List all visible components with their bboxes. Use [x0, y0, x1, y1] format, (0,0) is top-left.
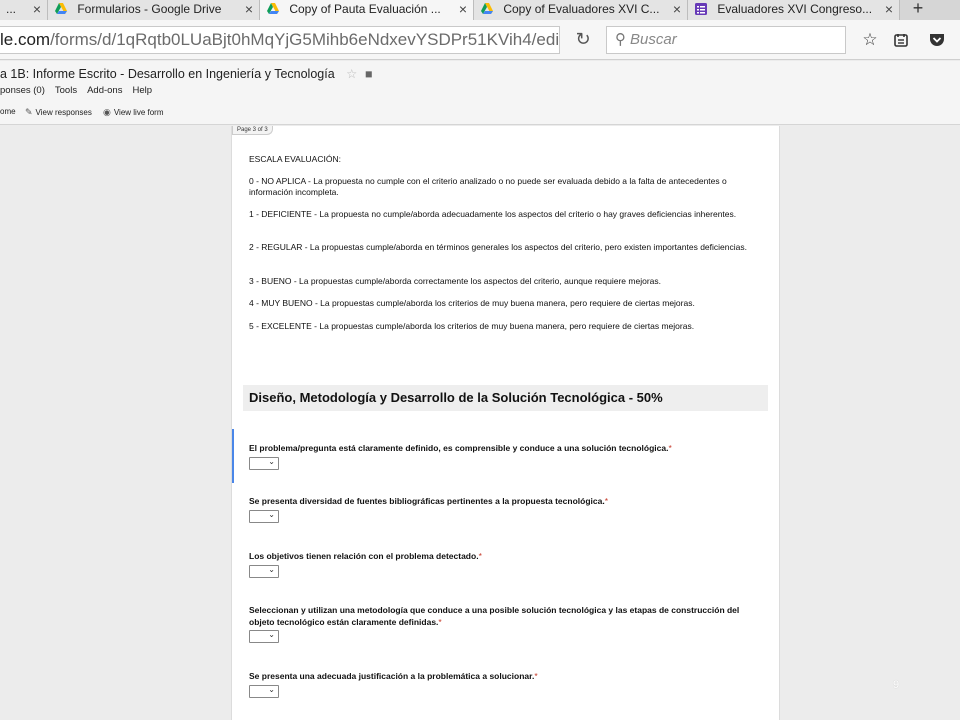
form-page: Page 3 of 3 ESCALA EVALUACIÓN: 0 - NO AP… — [231, 126, 780, 720]
chevron-down-icon: ⌄ — [268, 510, 275, 519]
forms-icon — [694, 2, 708, 16]
slide-number: 9 — [893, 679, 900, 691]
chevron-down-icon: ⌄ — [268, 457, 275, 466]
answer-dropdown[interactable]: ⌄ — [249, 565, 279, 578]
answer-dropdown[interactable]: ⌄ — [249, 685, 279, 698]
tab-title: Formularios - Google Drive — [77, 1, 222, 16]
answer-dropdown[interactable]: ⌄ — [249, 630, 279, 643]
active-question-marker — [232, 429, 234, 483]
form-workspace: Page 3 of 3 ESCALA EVALUACIÓN: 0 - NO AP… — [0, 126, 960, 720]
tab-pauta-evaluacion[interactable]: Copy of Pauta Evaluación ... × — [260, 0, 474, 20]
menu-help[interactable]: Help — [132, 85, 152, 96]
page-label[interactable]: Page 3 of 3 — [232, 126, 273, 135]
reload-icon[interactable]: ↻ — [572, 28, 594, 50]
new-tab-button[interactable]: + — [904, 0, 932, 20]
question-title[interactable]: Seleccionan y utilizan una metodología q… — [249, 604, 764, 628]
view-live-form-button[interactable]: ◉ View live form — [103, 107, 164, 118]
tab-evaluadores-congreso[interactable]: Evaluadores XVI Congreso... × — [688, 0, 900, 20]
chevron-down-icon: ⌄ — [268, 630, 275, 639]
form-header: a 1B: Informe Escrito - Desarrollo en In… — [0, 61, 960, 101]
home-button[interactable]: ome — [0, 107, 16, 116]
url-path: /forms/d/1qRqtb0LUaBjt0hMqYjG5Mihb6eNdxe… — [50, 30, 560, 49]
view-responses-label: View responses — [35, 108, 92, 117]
url-input[interactable]: le.com/forms/d/1qRqtb0LUaBjt0hMqYjG5Mihb… — [0, 26, 560, 54]
tab-title: Copy of Pauta Evaluación ... — [289, 1, 441, 16]
question-title[interactable]: El problema/pregunta está claramente def… — [249, 442, 764, 454]
drive-icon — [54, 2, 68, 16]
scale-title: ESCALA EVALUACIÓN: — [249, 154, 341, 164]
required-mark: * — [534, 671, 538, 681]
view-live-form-label: View live form — [113, 108, 164, 117]
live-form-icon: ◉ — [103, 107, 111, 117]
tab-title: Copy of Evaluadores XVI C... — [503, 1, 660, 16]
close-icon[interactable]: × — [459, 1, 467, 17]
question-title[interactable]: Se presenta una adecuada justificación a… — [249, 670, 764, 682]
scale-item: 0 - NO APLICA - La propuesta no cumple c… — [249, 176, 727, 197]
drive-icon — [480, 2, 494, 16]
tab-evaluadores-copy[interactable]: Copy of Evaluadores XVI C... × — [474, 0, 688, 20]
search-placeholder: Buscar — [630, 31, 677, 48]
tab-strip: ... × Formularios - Google Drive × Copy … — [0, 0, 960, 20]
tab-0[interactable]: ... × — [0, 0, 48, 20]
responses-icon: ✎ — [25, 107, 33, 117]
chevron-down-icon: ⌄ — [268, 565, 275, 574]
search-input[interactable]: ⚲ Buscar — [606, 26, 846, 54]
question-text: Los objetivos tienen relación con el pro… — [249, 551, 479, 561]
view-responses-button[interactable]: ✎ View responses — [25, 107, 92, 118]
menu-tools[interactable]: Tools — [55, 85, 77, 96]
question-text: Seleccionan y utilizan una metodología q… — [249, 605, 740, 627]
folder-icon[interactable]: ■ — [365, 67, 373, 81]
menu-bar: ponses (0) Tools Add-ons Help — [0, 85, 162, 96]
required-mark: * — [604, 496, 608, 506]
chevron-down-icon: ⌄ — [268, 685, 275, 694]
scale-item: 4 - MUY BUENO - La propuestas cumple/abo… — [249, 298, 695, 308]
answer-dropdown[interactable]: ⌄ — [249, 510, 279, 523]
bookmark-star-icon[interactable]: ☆ — [858, 28, 882, 52]
close-icon[interactable]: × — [673, 1, 681, 17]
form-title-row: a 1B: Informe Escrito - Desarrollo en In… — [0, 66, 372, 81]
menu-add-ons[interactable]: Add-ons — [87, 85, 122, 96]
scale-item: 1 - DEFICIENTE - La propuesta no cumple/… — [249, 209, 737, 219]
answer-dropdown[interactable]: ⌄ — [249, 457, 279, 470]
required-mark: * — [438, 617, 442, 627]
tab-title: ... — [6, 1, 17, 16]
scale-item: 2 - REGULAR - La propuestas cumple/abord… — [249, 242, 747, 252]
tab-title: Evaluadores XVI Congreso... — [717, 1, 873, 16]
question-text: Se presenta una adecuada justificación a… — [249, 671, 535, 681]
required-mark: * — [478, 551, 482, 561]
home-label: ome — [0, 107, 16, 116]
scale-item: 5 - EXCELENTE - La propuestas cumple/abo… — [249, 321, 695, 331]
reading-list-icon[interactable] — [889, 28, 913, 52]
question-text: El problema/pregunta está claramente def… — [249, 443, 669, 453]
question-text: Se presenta diversidad de fuentes biblio… — [249, 496, 605, 506]
address-bar-row: le.com/forms/d/1qRqtb0LUaBjt0hMqYjG5Mihb… — [0, 20, 960, 60]
tab-formularios[interactable]: Formularios - Google Drive × — [48, 0, 260, 20]
question-title[interactable]: Los objetivos tienen relación con el pro… — [249, 550, 764, 562]
required-mark: * — [668, 443, 672, 453]
question-title[interactable]: Se presenta diversidad de fuentes biblio… — [249, 495, 764, 507]
form-title[interactable]: a 1B: Informe Escrito - Desarrollo en In… — [0, 67, 335, 81]
section-header[interactable]: Diseño, Metodología y Desarrollo de la S… — [243, 385, 768, 411]
pocket-icon[interactable] — [925, 28, 949, 52]
close-icon[interactable]: × — [885, 1, 893, 17]
menu-responses[interactable]: ponses (0) — [0, 85, 45, 96]
url-host: le.com — [0, 30, 51, 49]
search-icon: ⚲ — [615, 31, 626, 48]
form-toolbar: ome ✎ View responses ◉ View live form — [0, 101, 960, 125]
close-icon[interactable]: × — [33, 1, 41, 17]
close-icon[interactable]: × — [245, 1, 253, 17]
star-icon[interactable]: ☆ — [346, 67, 357, 81]
scale-item: 3 - BUENO - La propuestas cumple/aborda … — [249, 276, 661, 286]
drive-icon — [266, 2, 280, 16]
